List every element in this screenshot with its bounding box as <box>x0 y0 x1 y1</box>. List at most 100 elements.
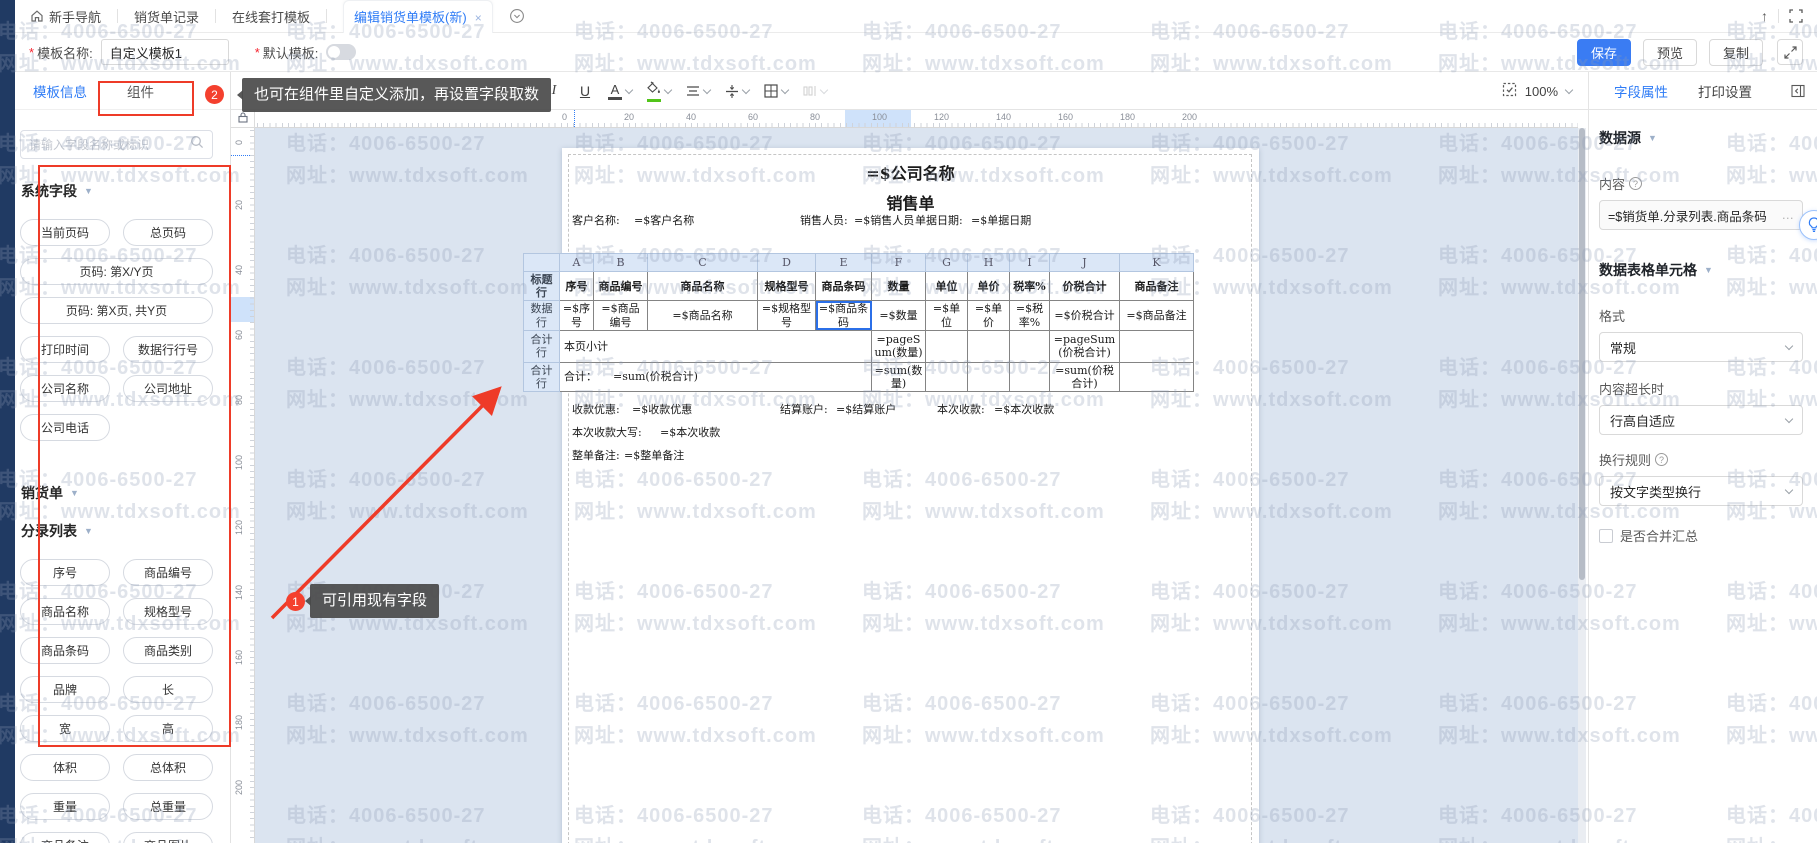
column-header-H[interactable]: H <box>968 254 1010 272</box>
doc-field-value[interactable]: =$结算账户 <box>836 401 896 417</box>
data-cell[interactable]: =$价税合计 <box>1050 301 1120 330</box>
data-cell[interactable]: =$商品编号 <box>594 301 648 330</box>
header-cell[interactable]: 数量 <box>872 272 926 301</box>
row-label[interactable]: 数据行 <box>524 301 560 330</box>
field-button-规格型号[interactable]: 规格型号 <box>123 598 213 625</box>
design-canvas[interactable]: =$公司名称 销售单 客户名称:=$客户名称销售人员:=$销售人员单据日期:=$… <box>255 128 1578 843</box>
header-cell[interactable]: 单位 <box>926 272 968 301</box>
data-cell[interactable]: =$序号 <box>560 301 594 330</box>
column-header-D[interactable]: D <box>758 254 816 272</box>
doc-field-label[interactable]: 单据日期: <box>915 212 963 228</box>
preview-button[interactable]: 预览 <box>1643 39 1697 66</box>
row-label[interactable]: 标题行 <box>524 272 560 301</box>
field-button-商品名称[interactable]: 商品名称 <box>20 598 110 625</box>
field-button-商品编号[interactable]: 商品编号 <box>123 559 213 586</box>
doc-field-value[interactable]: =$收款优惠 <box>632 401 692 417</box>
collapse-panel-icon[interactable] <box>1791 84 1805 98</box>
field-button-页码: 第X页, 共Y页[interactable]: 页码: 第X页, 共Y页 <box>20 297 213 324</box>
search-input[interactable] <box>29 138 190 152</box>
empty-cell[interactable] <box>968 330 1010 362</box>
vertical-align-icon[interactable] <box>725 85 749 98</box>
header-cell[interactable]: 规格型号 <box>758 272 816 301</box>
data-cell[interactable]: =$税率% <box>1010 301 1050 330</box>
column-header-E[interactable]: E <box>816 254 872 272</box>
format-select[interactable]: 常规 <box>1599 332 1803 362</box>
horizontal-align-icon[interactable] <box>686 85 710 97</box>
field-button-商品图片[interactable]: 商品图片 <box>123 832 213 843</box>
column-header-K[interactable]: K <box>1120 254 1194 272</box>
column-header-C[interactable]: C <box>648 254 758 272</box>
save-button[interactable]: 保存 <box>1577 39 1631 66</box>
doc-field-value[interactable]: =$单据日期 <box>971 212 1031 228</box>
section-title-销货单[interactable]: 销货单▼ <box>21 483 230 503</box>
doc-company-title[interactable]: =$公司名称 <box>562 160 1259 184</box>
expand-canvas-icon[interactable] <box>1777 39 1803 65</box>
template-name-input[interactable] <box>101 39 229 65</box>
font-color-icon[interactable]: A <box>608 83 632 100</box>
header-cell[interactable]: 商品名称 <box>648 272 758 301</box>
field-button-数据行行号[interactable]: 数据行行号 <box>123 336 213 363</box>
panel-tab-打印设置[interactable]: 打印设置 <box>1698 81 1752 101</box>
selected-cell[interactable]: =$商品条码 <box>816 301 872 330</box>
field-button-商品备注[interactable]: 商品备注 <box>20 832 110 843</box>
doc-field-label[interactable]: 本次收款: <box>937 401 985 417</box>
sidebar-tab-模板信息[interactable]: 模板信息 <box>33 81 87 101</box>
panel-tab-字段属性[interactable]: 字段属性 <box>1614 81 1668 101</box>
header-cell[interactable]: 单价 <box>968 272 1010 301</box>
row-label[interactable]: 合计行 <box>524 362 560 391</box>
field-button-长[interactable]: 长 <box>123 676 213 703</box>
field-button-品牌[interactable]: 品牌 <box>20 676 110 703</box>
empty-cell[interactable] <box>1120 330 1194 362</box>
overflow-select[interactable]: 行高自适应 <box>1599 405 1803 435</box>
empty-cell[interactable] <box>1120 362 1194 391</box>
field-button-当前页码[interactable]: 当前页码 <box>20 219 110 246</box>
canvas-scrollbar[interactable] <box>1578 128 1586 843</box>
field-button-重量[interactable]: 重量 <box>20 793 110 820</box>
section-title-系统字段[interactable]: 系统字段▼ <box>21 181 230 201</box>
pagesum-qty-cell[interactable]: =pageSum(数量) <box>872 330 926 362</box>
scrollbar-thumb[interactable] <box>1579 128 1585 580</box>
column-header-A[interactable]: A <box>560 254 594 272</box>
datasource-section-title[interactable]: 数据源▼ <box>1599 128 1803 148</box>
section-title-分录列表[interactable]: 分录列表▼ <box>21 521 230 541</box>
top-tab-1[interactable]: 销货单记录 <box>134 7 199 26</box>
top-tab-0[interactable]: 新手导航 <box>49 7 101 26</box>
data-cell[interactable]: =$商品名称 <box>648 301 758 330</box>
header-cell[interactable]: 税率% <box>1010 272 1050 301</box>
top-tab-2[interactable]: 在线套打模板 <box>232 7 310 26</box>
header-cell[interactable]: 商品条码 <box>816 272 872 301</box>
total-label-cell[interactable]: 合计：=sum(价税合计) <box>560 362 872 391</box>
fill-color-icon[interactable] <box>647 80 671 102</box>
underline-icon[interactable]: U <box>577 83 593 99</box>
doc-field-value[interactable]: =$销售人员 <box>854 212 914 228</box>
doc-field-value[interactable]: =$本次收款 <box>994 401 1054 417</box>
header-cell[interactable]: 价税合计 <box>1050 272 1120 301</box>
field-button-页码: 第X/Y页[interactable]: 页码: 第X/Y页 <box>20 258 213 285</box>
empty-cell[interactable] <box>968 362 1010 391</box>
default-template-toggle[interactable] <box>326 44 356 60</box>
field-button-公司名称[interactable]: 公司名称 <box>20 375 110 402</box>
doc-field-label[interactable]: 本次收款大写: <box>572 424 642 440</box>
close-tab-icon[interactable]: × <box>475 11 482 25</box>
field-button-公司电话[interactable]: 公司电话 <box>20 414 110 441</box>
total-total-cell[interactable]: =sum(价税合计) <box>1050 362 1120 391</box>
field-button-总重量[interactable]: 总重量 <box>123 793 213 820</box>
doc-field-label[interactable]: 客户名称: <box>572 212 620 228</box>
template-page[interactable]: =$公司名称 销售单 客户名称:=$客户名称销售人员:=$销售人员单据日期:=$… <box>562 148 1259 843</box>
column-header-F[interactable]: F <box>872 254 926 272</box>
empty-cell[interactable] <box>1010 362 1050 391</box>
empty-cell[interactable] <box>926 362 968 391</box>
tab-overflow-icon[interactable] <box>509 8 525 24</box>
field-button-总页码[interactable]: 总页码 <box>123 219 213 246</box>
doc-subtitle[interactable]: 销售单 <box>562 190 1259 214</box>
field-button-商品条码[interactable]: 商品条码 <box>20 637 110 664</box>
data-cell[interactable]: =$单价 <box>968 301 1010 330</box>
collapse-up-icon[interactable]: ↑ <box>1761 8 1768 24</box>
empty-cell[interactable] <box>926 330 968 362</box>
field-button-商品类别[interactable]: 商品类别 <box>123 637 213 664</box>
doc-field-label[interactable]: 收款优惠: <box>572 401 620 417</box>
borders-icon[interactable] <box>764 84 788 98</box>
selection-mode-icon[interactable] <box>1502 82 1517 100</box>
data-cell[interactable]: =$单位 <box>926 301 968 330</box>
sheet-corner-cell[interactable] <box>524 254 560 272</box>
